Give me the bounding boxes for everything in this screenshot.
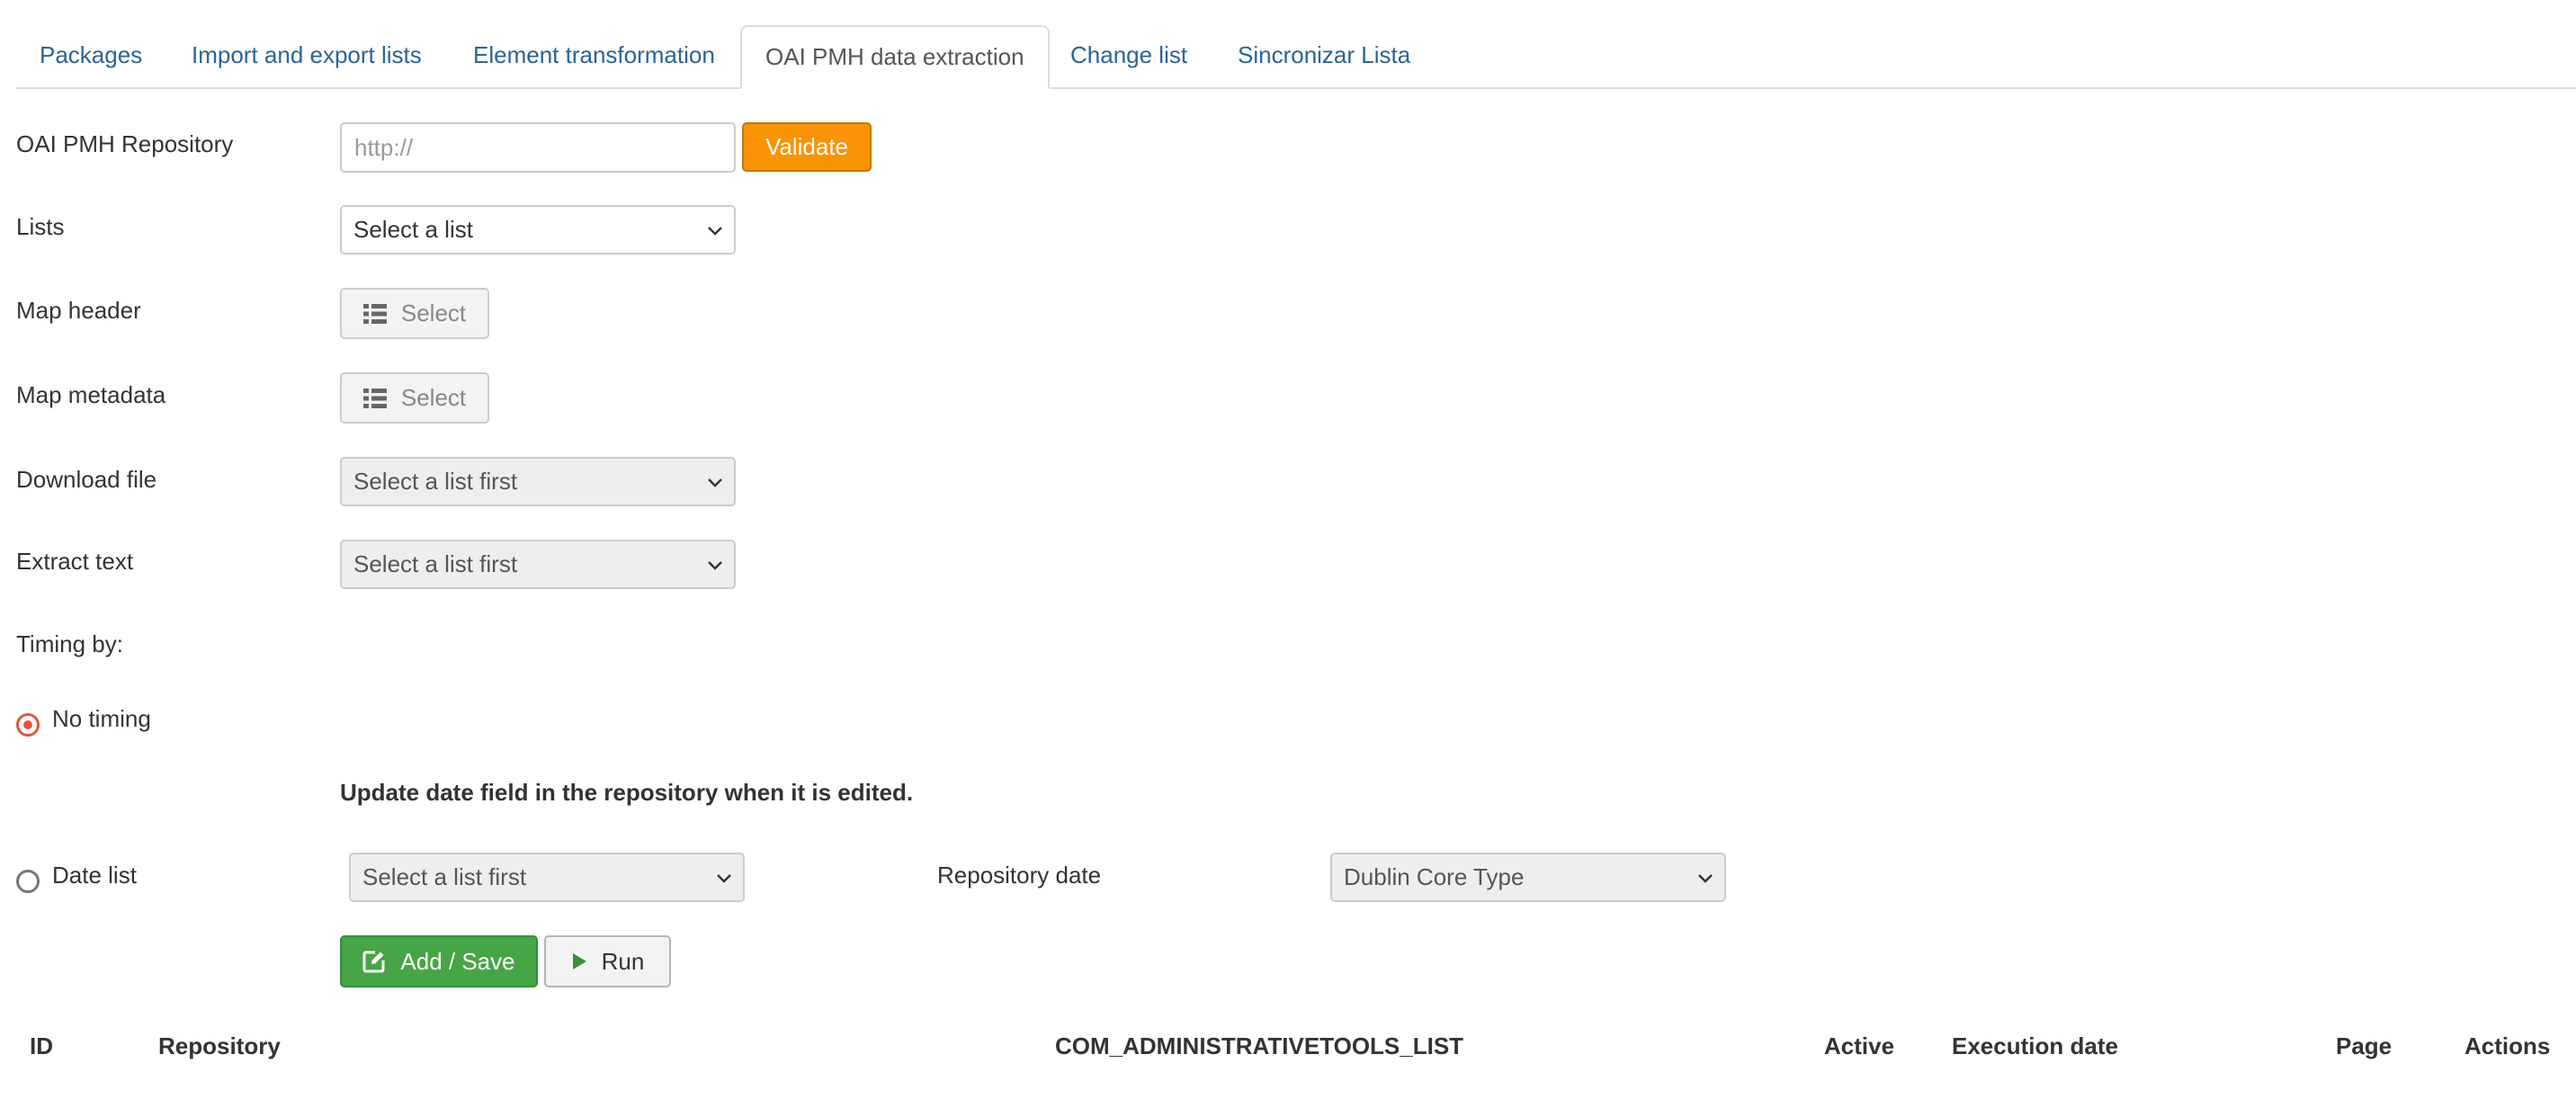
column-header-repository: Repository <box>158 1032 281 1059</box>
chevron-down-icon <box>708 560 722 570</box>
add-save-button[interactable]: Add / Save <box>340 935 538 987</box>
map-metadata-select-button[interactable]: Select <box>340 372 489 424</box>
chevron-down-icon <box>708 226 722 236</box>
chevron-down-icon <box>708 478 722 487</box>
no-timing-radio[interactable] <box>16 713 40 737</box>
list-icon <box>362 303 387 325</box>
tab-oai-pmh-data-extraction[interactable]: OAI PMH data extraction <box>740 25 1050 89</box>
add-save-button-label: Add / Save <box>400 947 515 975</box>
lists-select-value: Select a list <box>353 216 473 243</box>
update-date-note: Update date field in the repository when… <box>340 779 914 806</box>
date-list-select[interactable]: Select a list first <box>349 853 745 902</box>
no-timing-label: No timing <box>52 705 151 732</box>
repository-date-select-value: Dublin Core Type <box>1344 863 1525 890</box>
column-header-actions: Actions <box>2464 1032 2551 1059</box>
tab-element-transformation[interactable]: Element transformation <box>450 25 738 89</box>
chevron-down-icon <box>1698 873 1713 883</box>
play-icon <box>571 952 587 970</box>
date-list-radio[interactable] <box>16 870 40 893</box>
map-header-label: Map header <box>16 297 141 324</box>
column-header-page: Page <box>2336 1032 2393 1059</box>
column-header-execution-date: Execution date <box>1952 1032 2118 1059</box>
validate-button[interactable]: Validate <box>742 122 872 172</box>
download-file-label: Download file <box>16 466 157 493</box>
map-metadata-label: Map metadata <box>16 381 166 408</box>
tab-packages[interactable]: Packages <box>16 25 165 89</box>
lists-select[interactable]: Select a list <box>340 205 736 255</box>
column-header-active: Active <box>1824 1032 1895 1059</box>
download-file-select[interactable]: Select a list first <box>340 457 736 506</box>
repository-label: OAI PMH Repository <box>16 130 234 157</box>
tab-import-export-lists[interactable]: Import and export lists <box>168 25 445 89</box>
repository-date-select[interactable]: Dublin Core Type <box>1330 853 1726 902</box>
download-file-select-value: Select a list first <box>353 468 518 495</box>
map-metadata-button-label: Select <box>400 384 467 411</box>
list-icon <box>362 388 387 409</box>
column-header-list: COM_ADMINISTRATIVETOOLS_LIST <box>1055 1032 1464 1059</box>
extract-text-label: Extract text <box>16 548 134 575</box>
tab-change-list[interactable]: Change list <box>1047 25 1211 89</box>
extract-text-select[interactable]: Select a list first <box>340 540 736 589</box>
extract-text-select-value: Select a list first <box>353 550 518 577</box>
repository-url-input[interactable] <box>340 122 736 173</box>
run-button[interactable]: Run <box>544 935 671 987</box>
date-list-label: Date list <box>52 862 137 889</box>
chevron-down-icon <box>717 873 731 883</box>
repository-date-label: Repository date <box>937 862 1102 889</box>
map-header-select-button[interactable]: Select <box>340 288 489 339</box>
run-button-label: Run <box>601 947 645 975</box>
tab-sincronizar-lista[interactable]: Sincronizar Lista <box>1214 25 1434 89</box>
date-list-select-value: Select a list first <box>362 863 527 890</box>
lists-label: Lists <box>16 213 65 240</box>
timing-by-label: Timing by: <box>16 630 123 657</box>
edit-icon <box>362 950 386 973</box>
column-header-id: ID <box>30 1032 53 1059</box>
map-header-button-label: Select <box>400 299 467 326</box>
